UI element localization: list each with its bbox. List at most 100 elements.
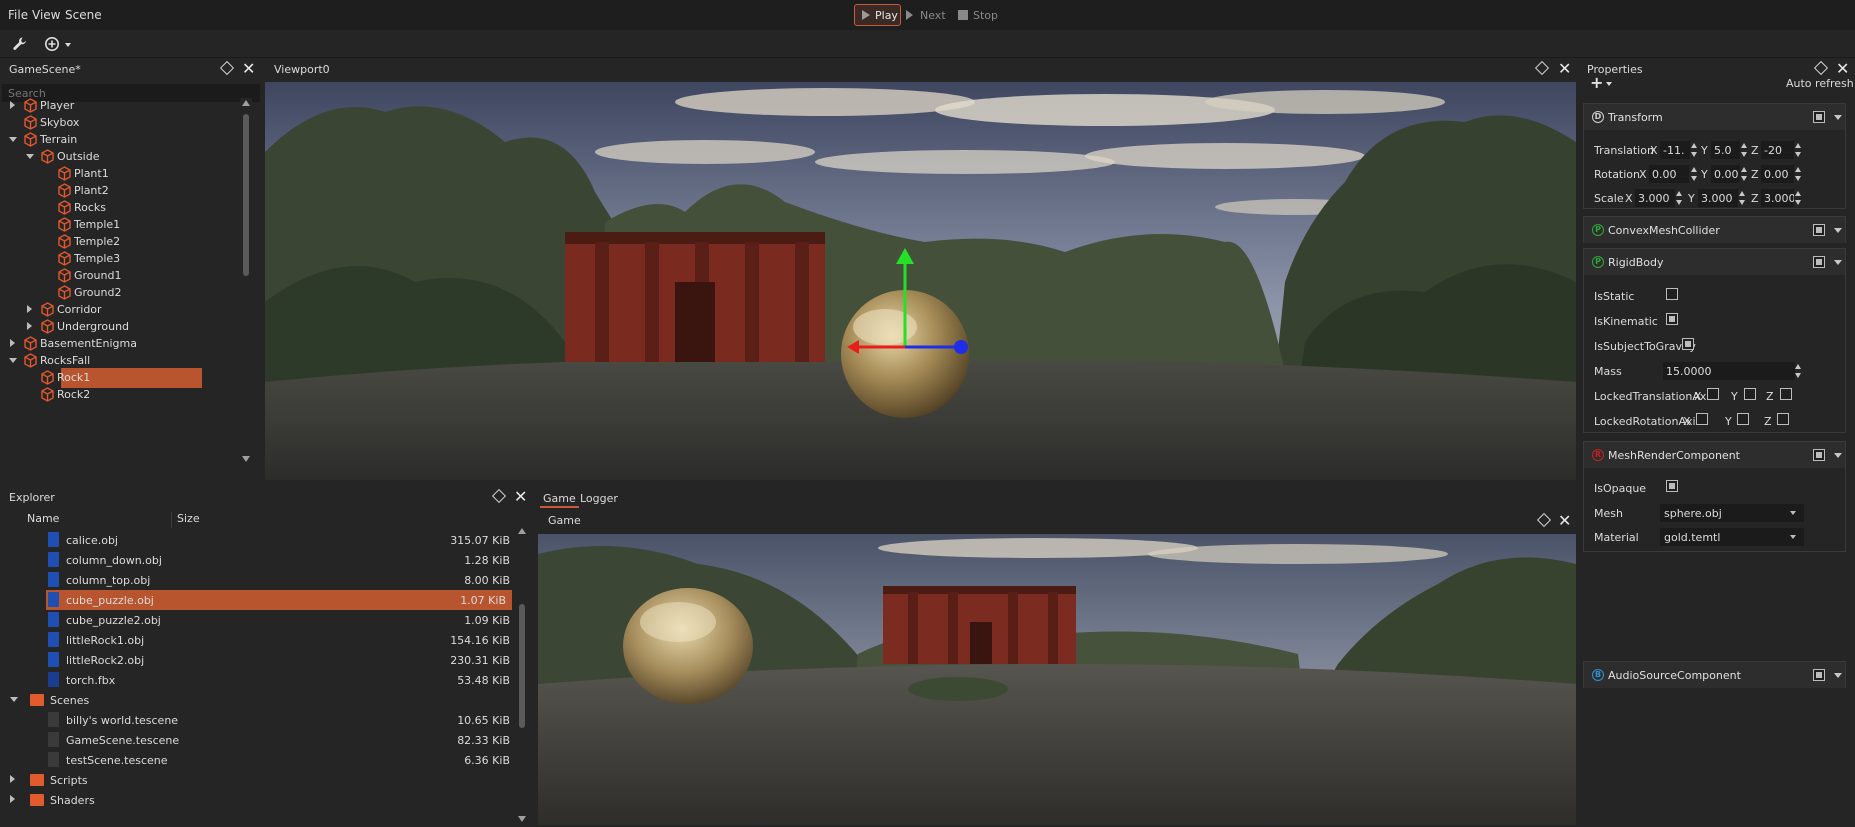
mesh-render-header[interactable]: R MeshRenderComponent [1584, 442, 1845, 468]
transform-enabled-checkbox[interactable] [1813, 111, 1825, 123]
translation-y-spinner[interactable] [1741, 142, 1748, 158]
is-static-checkbox[interactable] [1666, 288, 1678, 300]
expand-arrow-icon[interactable] [10, 697, 18, 702]
scroll-down-icon[interactable] [242, 456, 250, 462]
dock-float-icon[interactable] [491, 488, 507, 504]
tree-item[interactable]: Rock2 [0, 385, 236, 405]
translation-x-spinner[interactable] [1691, 142, 1698, 158]
audio-source-enabled-checkbox[interactable] [1813, 669, 1825, 681]
menu-file[interactable]: File [8, 8, 28, 22]
file-row[interactable]: column_down.obj 1.28 KiB [0, 550, 516, 570]
translation-y-input[interactable]: 5.0 [1711, 141, 1740, 159]
chevron-down-icon[interactable] [1834, 228, 1842, 233]
file-row[interactable]: billy's world.tescene 10.65 KiB [0, 710, 516, 730]
chevron-down-icon[interactable] [1834, 453, 1842, 458]
scale-y-spinner[interactable] [1739, 190, 1746, 206]
rotation-z-input[interactable]: 0.00 [1761, 165, 1794, 183]
locked-rotation-y-checkbox[interactable] [1737, 413, 1749, 425]
chevron-down-icon[interactable] [1834, 115, 1842, 120]
rotation-y-input[interactable]: 0.00 [1711, 165, 1740, 183]
collapse-arrow-icon[interactable] [27, 322, 32, 330]
close-icon[interactable]: ✕ [1558, 59, 1571, 78]
dock-float-icon[interactable] [1536, 512, 1552, 528]
chevron-down-icon[interactable] [1834, 260, 1842, 265]
scale-x-input[interactable]: 3.000 [1635, 189, 1675, 207]
menu-view[interactable]: View [32, 8, 60, 22]
play-button[interactable]: Play [854, 4, 901, 26]
collapse-arrow-icon[interactable] [10, 795, 15, 803]
rotation-x-input[interactable]: 0.00 [1649, 165, 1689, 183]
column-divider[interactable] [171, 512, 172, 528]
rotation-y-spinner[interactable] [1741, 166, 1748, 182]
locked-translation-y-checkbox[interactable] [1744, 388, 1756, 400]
material-select[interactable]: gold.temtl [1660, 528, 1804, 546]
close-icon[interactable]: ✕ [514, 487, 527, 506]
expand-arrow-icon[interactable] [26, 154, 34, 159]
column-header-name[interactable]: Name [27, 512, 59, 532]
close-icon[interactable]: ✕ [242, 59, 255, 78]
scene-tree-scrollbar[interactable] [240, 98, 252, 470]
rotation-z-spinner[interactable] [1795, 166, 1802, 182]
scroll-thumb[interactable] [519, 604, 525, 728]
mass-input[interactable]: 15.0000 [1663, 362, 1795, 380]
collapse-arrow-icon[interactable] [10, 339, 15, 347]
dock-float-icon[interactable] [1534, 60, 1550, 76]
convex-mesh-collider-header[interactable]: P ConvexMeshCollider [1584, 217, 1845, 243]
stop-button[interactable]: Stop [958, 4, 1008, 26]
locked-rotation-x-checkbox[interactable] [1696, 413, 1708, 425]
scroll-thumb[interactable] [243, 114, 249, 276]
next-button[interactable]: Next [906, 4, 956, 26]
scale-z-input[interactable]: 3.000 [1761, 189, 1794, 207]
file-row[interactable]: testScene.tescene 6.36 KiB [0, 750, 516, 770]
menu-scene[interactable]: Scene [65, 8, 102, 22]
collapse-arrow-icon[interactable] [10, 101, 15, 109]
rigidbody-enabled-checkbox[interactable] [1813, 256, 1825, 268]
locked-translation-z-checkbox[interactable] [1780, 388, 1792, 400]
scroll-down-icon[interactable] [518, 816, 526, 822]
transform-header[interactable]: D Transform [1584, 104, 1845, 130]
folder-row[interactable]: Scenes [0, 690, 516, 710]
explorer-scrollbar[interactable] [516, 526, 528, 824]
scale-x-spinner[interactable] [1676, 190, 1683, 206]
locked-translation-x-checkbox[interactable] [1707, 388, 1719, 400]
expand-arrow-icon[interactable] [9, 358, 17, 363]
locked-rotation-z-checkbox[interactable] [1777, 413, 1789, 425]
expand-arrow-icon[interactable] [9, 137, 17, 142]
is-opaque-checkbox[interactable] [1666, 480, 1678, 492]
add-component-button[interactable]: + [1586, 73, 1618, 93]
is-kinematic-checkbox[interactable] [1666, 313, 1678, 325]
mesh-select[interactable]: sphere.obj [1660, 504, 1804, 522]
mass-spinner[interactable] [1795, 363, 1802, 379]
file-row[interactable]: cube_puzzle2.obj 1.09 KiB [0, 610, 516, 630]
folder-row[interactable]: Scripts [0, 770, 516, 790]
file-row[interactable]: littleRock1.obj 154.16 KiB [0, 630, 516, 650]
scale-y-input[interactable]: 3.000 [1698, 189, 1738, 207]
file-row[interactable]: GameScene.tescene 82.33 KiB [0, 730, 516, 750]
scale-z-spinner[interactable] [1795, 190, 1802, 206]
convex-enabled-checkbox[interactable] [1813, 224, 1825, 236]
is-subject-to-gravity-checkbox[interactable] [1682, 338, 1694, 350]
file-row[interactable]: column_top.obj 8.00 KiB [0, 570, 516, 590]
collapse-arrow-icon[interactable] [27, 305, 32, 313]
translation-z-spinner[interactable] [1795, 142, 1802, 158]
translation-z-input[interactable]: -20 [1761, 141, 1794, 159]
rigidbody-header[interactable]: P RigidBody [1584, 249, 1845, 275]
rotation-x-spinner[interactable] [1691, 166, 1698, 182]
file-row[interactable]: calice.obj 315.07 KiB [0, 530, 516, 550]
file-row[interactable]: torch.fbx 53.48 KiB [0, 670, 516, 690]
dock-float-icon[interactable] [1813, 60, 1829, 76]
tab-game[interactable]: Game [540, 488, 579, 508]
add-entity-button[interactable] [40, 33, 74, 55]
chevron-down-icon[interactable] [1834, 673, 1842, 678]
close-icon[interactable]: ✕ [1836, 59, 1849, 78]
audio-source-header[interactable]: B AudioSourceComponent [1584, 662, 1845, 688]
translation-x-input[interactable]: -11. [1660, 141, 1690, 159]
scroll-up-icon[interactable] [242, 100, 250, 106]
mesh-render-enabled-checkbox[interactable] [1813, 449, 1825, 461]
auto-refresh-button[interactable]: Auto refresh [1786, 77, 1854, 90]
viewport-render[interactable] [265, 82, 1576, 480]
file-row[interactable]: cube_puzzle.obj 1.07 KiB [46, 590, 512, 610]
dock-float-icon[interactable] [219, 60, 235, 76]
settings-tool-button[interactable] [8, 33, 32, 55]
game-render[interactable] [538, 534, 1576, 825]
